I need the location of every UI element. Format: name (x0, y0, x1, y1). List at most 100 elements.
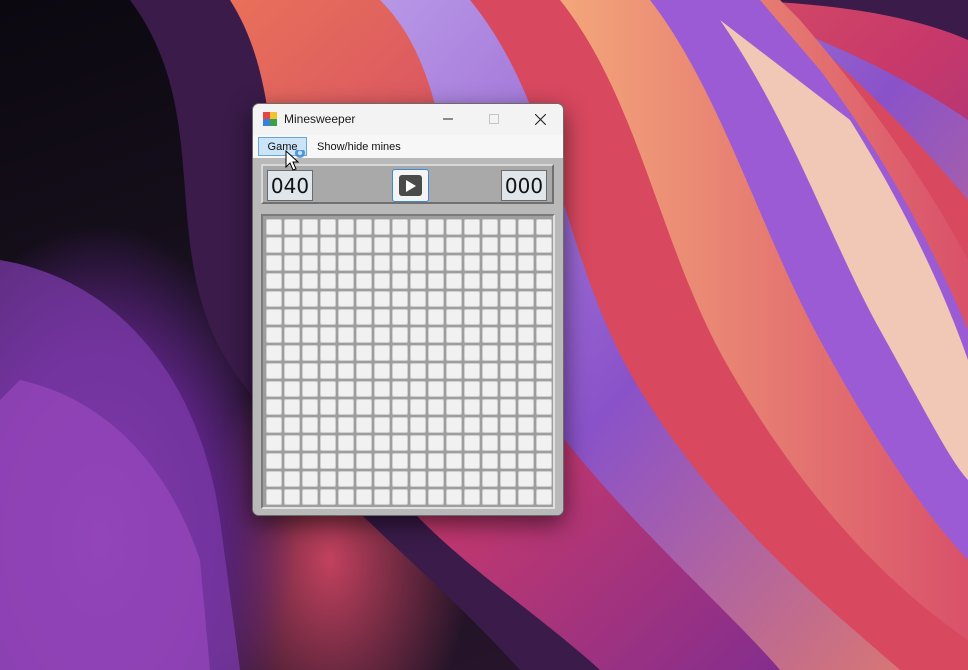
minefield-cell[interactable] (536, 273, 552, 289)
minefield-cell[interactable] (320, 435, 336, 451)
minefield-cell[interactable] (302, 219, 318, 235)
new-game-button[interactable] (392, 169, 429, 202)
minefield-cell[interactable] (464, 273, 480, 289)
minefield-cell[interactable] (536, 345, 552, 361)
minefield-cell[interactable] (356, 471, 372, 487)
minefield-cell[interactable] (374, 399, 390, 415)
minefield-cell[interactable] (446, 453, 462, 469)
minefield-cell[interactable] (266, 417, 282, 433)
minefield-cell[interactable] (338, 399, 354, 415)
minefield-cell[interactable] (284, 417, 300, 433)
minefield-cell[interactable] (320, 309, 336, 325)
minefield-cell[interactable] (338, 237, 354, 253)
minefield-cell[interactable] (536, 309, 552, 325)
minefield-cell[interactable] (536, 453, 552, 469)
minefield-cell[interactable] (536, 381, 552, 397)
minefield-cell[interactable] (356, 219, 372, 235)
minefield-cell[interactable] (428, 417, 444, 433)
minefield-cell[interactable] (428, 237, 444, 253)
minefield-cell[interactable] (374, 345, 390, 361)
minefield-cell[interactable] (446, 381, 462, 397)
minefield-cell[interactable] (338, 489, 354, 505)
minefield-cell[interactable] (266, 453, 282, 469)
minefield-cell[interactable] (338, 273, 354, 289)
minefield-cell[interactable] (482, 237, 498, 253)
minefield-cell[interactable] (518, 453, 534, 469)
minefield-cell[interactable] (428, 327, 444, 343)
minefield-cell[interactable] (302, 417, 318, 433)
minefield-cell[interactable] (266, 273, 282, 289)
minefield-cell[interactable] (518, 255, 534, 271)
minefield-cell[interactable] (356, 417, 372, 433)
minefield-cell[interactable] (320, 291, 336, 307)
minefield-cell[interactable] (500, 345, 516, 361)
minefield-cell[interactable] (374, 435, 390, 451)
minefield-cell[interactable] (374, 471, 390, 487)
minefield-cell[interactable] (536, 237, 552, 253)
minefield-cell[interactable] (410, 219, 426, 235)
minefield-cell[interactable] (500, 471, 516, 487)
minefield-cell[interactable] (482, 327, 498, 343)
minefield-cell[interactable] (302, 309, 318, 325)
minefield-cell[interactable] (284, 471, 300, 487)
minefield-cell[interactable] (410, 273, 426, 289)
minefield-cell[interactable] (356, 309, 372, 325)
minefield-cell[interactable] (464, 381, 480, 397)
minefield-cell[interactable] (392, 435, 408, 451)
minefield-cell[interactable] (446, 327, 462, 343)
minefield-cell[interactable] (338, 435, 354, 451)
minefield-cell[interactable] (266, 435, 282, 451)
minefield-cell[interactable] (500, 417, 516, 433)
minefield-cell[interactable] (446, 471, 462, 487)
minefield-cell[interactable] (284, 345, 300, 361)
minefield-cell[interactable] (500, 309, 516, 325)
minefield-cell[interactable] (446, 363, 462, 379)
minefield-cell[interactable] (482, 435, 498, 451)
minefield-cell[interactable] (446, 255, 462, 271)
minefield-cell[interactable] (410, 237, 426, 253)
minefield-cell[interactable] (482, 489, 498, 505)
menu-show-hide-mines[interactable]: Show/hide mines (317, 137, 401, 156)
minefield-cell[interactable] (446, 237, 462, 253)
minefield-cell[interactable] (302, 345, 318, 361)
minefield-cell[interactable] (464, 309, 480, 325)
minefield-cell[interactable] (374, 453, 390, 469)
minefield-cell[interactable] (536, 363, 552, 379)
minefield-cell[interactable] (536, 489, 552, 505)
minefield-cell[interactable] (464, 219, 480, 235)
minefield-cell[interactable] (338, 309, 354, 325)
minefield-cell[interactable] (500, 453, 516, 469)
minefield-cell[interactable] (356, 291, 372, 307)
minefield-cell[interactable] (536, 219, 552, 235)
minefield-cell[interactable] (446, 417, 462, 433)
minefield-cell[interactable] (446, 489, 462, 505)
minefield-cell[interactable] (338, 471, 354, 487)
minefield-cell[interactable] (320, 453, 336, 469)
minefield-cell[interactable] (500, 489, 516, 505)
minefield-cell[interactable] (284, 309, 300, 325)
minefield-cell[interactable] (410, 435, 426, 451)
minefield-cell[interactable] (392, 309, 408, 325)
minefield-cell[interactable] (284, 255, 300, 271)
minefield-cell[interactable] (500, 381, 516, 397)
minefield-cell[interactable] (410, 345, 426, 361)
minefield-cell[interactable] (266, 291, 282, 307)
minefield-cell[interactable] (410, 327, 426, 343)
minefield-cell[interactable] (320, 471, 336, 487)
minefield-cell[interactable] (356, 345, 372, 361)
minefield-cell[interactable] (284, 399, 300, 415)
minefield-cell[interactable] (284, 273, 300, 289)
minefield-cell[interactable] (374, 327, 390, 343)
minefield-cell[interactable] (338, 327, 354, 343)
minefield-cell[interactable] (428, 381, 444, 397)
minefield-cell[interactable] (374, 237, 390, 253)
minefield-cell[interactable] (266, 309, 282, 325)
minefield-cell[interactable] (392, 471, 408, 487)
minefield-cell[interactable] (410, 489, 426, 505)
minefield-cell[interactable] (428, 273, 444, 289)
minefield-cell[interactable] (320, 489, 336, 505)
minefield-cell[interactable] (374, 219, 390, 235)
minefield-cell[interactable] (428, 435, 444, 451)
minefield-cell[interactable] (500, 399, 516, 415)
minefield-cell[interactable] (356, 399, 372, 415)
